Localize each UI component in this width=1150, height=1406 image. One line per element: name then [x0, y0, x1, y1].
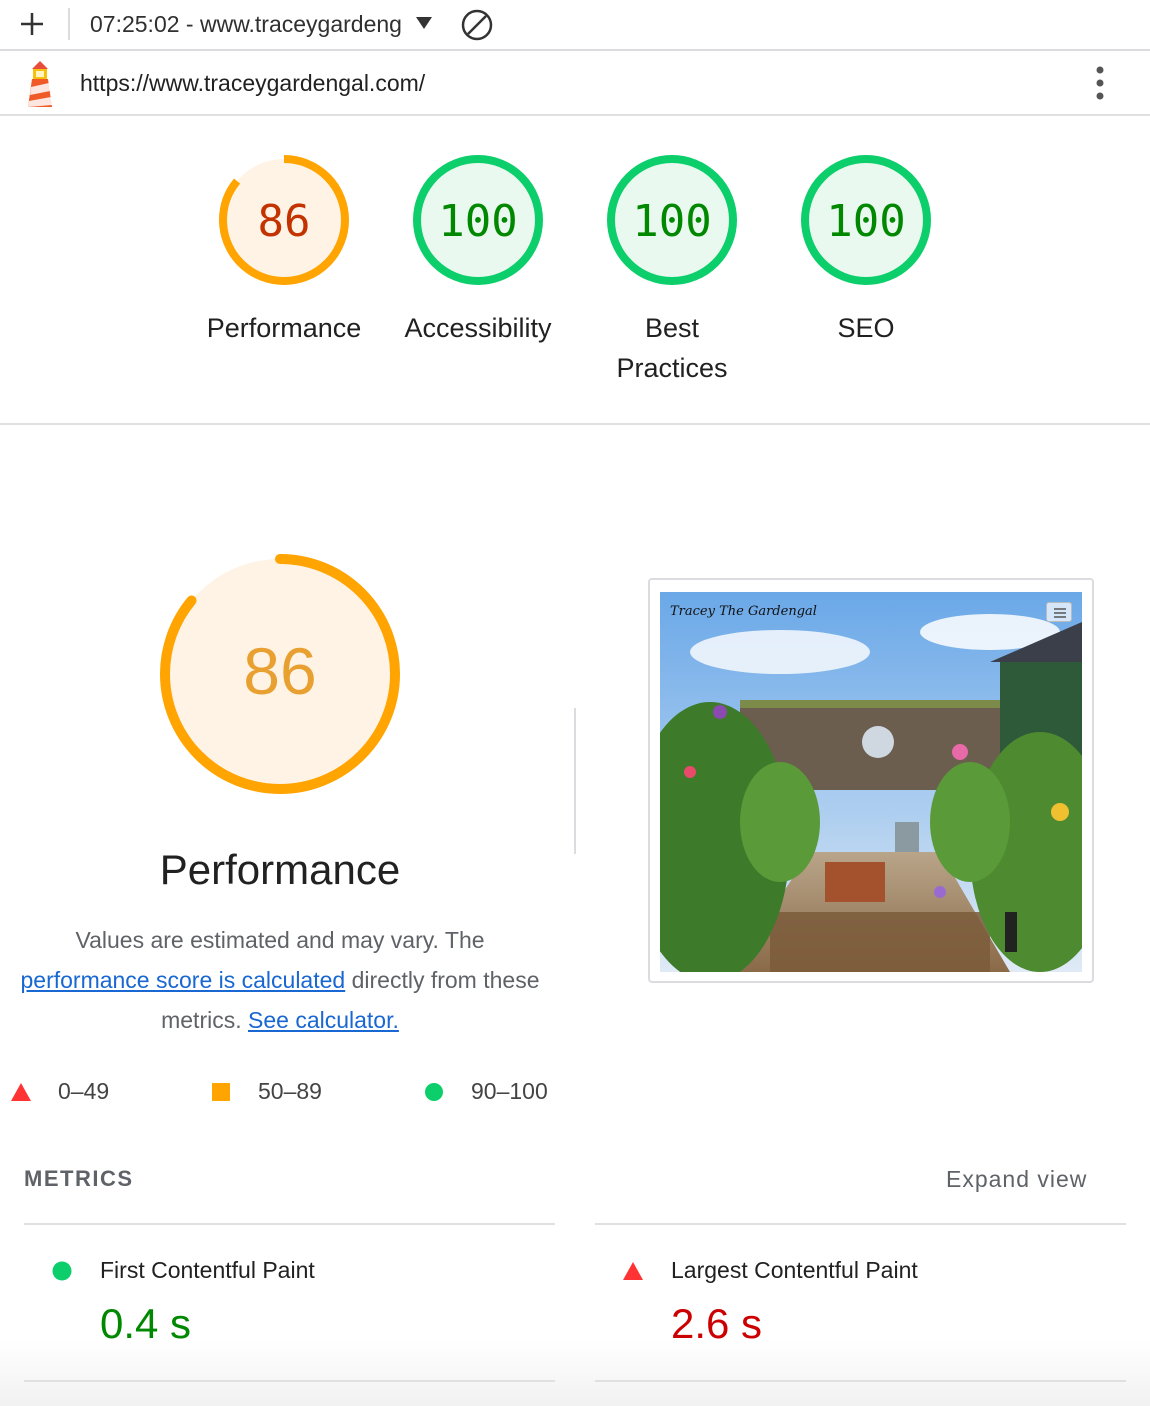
gauge-best-practices[interactable]: 100 Best Practices [582, 154, 762, 388]
metric-lcp-title: Largest Contentful Paint [671, 1257, 918, 1283]
see-calculator-link[interactable]: See calculator. [248, 1007, 399, 1033]
gauge-score: 100 [826, 196, 905, 247]
report-selector[interactable]: 07:25:02 - www.traceygardeng [90, 11, 410, 38]
metric-fcp-title: First Contentful Paint [100, 1257, 315, 1283]
metrics-header: METRICS [24, 1166, 134, 1191]
lighthouse-logo-icon [28, 61, 52, 107]
hamburger-menu-icon [1046, 602, 1072, 622]
gauge-accessibility[interactable]: 100 Accessibility [388, 154, 568, 348]
garden-photo [660, 592, 1082, 972]
metrics-divider [595, 1223, 1126, 1225]
toolbar-divider [68, 8, 70, 40]
performance-title: Performance [159, 846, 401, 893]
caret-down-icon[interactable] [415, 15, 433, 31]
legend-range-average: 50–89 [258, 1078, 322, 1104]
performance-description: Values are estimated and may vary. The p… [20, 920, 540, 1040]
score-gauges: 86 Performance 100 Accessibility 100 Bes… [0, 118, 1150, 425]
legend-range-fail: 0–49 [58, 1078, 110, 1104]
gauge-label: SEO [837, 313, 895, 343]
gauge-ring: 100 [607, 155, 737, 285]
legend-range-pass: 90–100 [471, 1078, 548, 1104]
clear-circle-icon[interactable] [460, 8, 494, 42]
plus-icon[interactable] [18, 10, 46, 38]
gauge-score: 100 [438, 196, 517, 247]
square-average-icon [212, 1083, 230, 1101]
circle-pass-icon [425, 1083, 443, 1101]
gauge-ring: 86 [219, 155, 349, 285]
kebab-menu-icon[interactable] [1086, 65, 1114, 103]
gauge-performance[interactable]: 86 Performance [194, 154, 374, 348]
expand-view-toggle[interactable]: Expand view [946, 1166, 1087, 1193]
metrics-divider [595, 1380, 1126, 1382]
score-calculated-link[interactable]: performance score is calculated [20, 967, 345, 993]
gauge-score: 86 [258, 196, 311, 247]
gauge-seo[interactable]: 100 SEO [776, 154, 956, 348]
gauge-score: 100 [632, 196, 711, 247]
score-legend: 0–49 50–89 90–100 [0, 1074, 560, 1114]
section-divider [574, 708, 576, 854]
screenshot-brand-text: Tracey The Gardengal [670, 604, 817, 619]
performance-gauge-large: 86 [160, 554, 400, 794]
screenshot-image: Tracey The Gardengal [660, 592, 1082, 972]
triangle-fail-icon [11, 1083, 31, 1101]
gauge-label: Accessibility [404, 313, 552, 343]
metrics-divider [24, 1223, 555, 1225]
gauge-label: Performance [206, 313, 362, 343]
gauge-ring: 100 [413, 155, 543, 285]
report-url[interactable]: https://www.traceygardengal.com/ [80, 70, 425, 97]
bottom-fade [0, 1340, 1150, 1406]
gauge-label: Best Practices [616, 313, 728, 383]
url-bar: https://www.traceygardengal.com/ [0, 53, 1150, 116]
desc-text: Values are estimated and may vary. The [75, 927, 485, 953]
circle-pass-icon [52, 1261, 72, 1281]
report-toolbar: 07:25:02 - www.traceygardeng [0, 0, 1150, 51]
gauge-ring: 100 [801, 155, 931, 285]
final-screenshot[interactable]: Tracey The Gardengal [648, 578, 1094, 983]
performance-score-large: 86 [243, 634, 316, 708]
metrics-divider [24, 1380, 555, 1382]
triangle-fail-icon [623, 1262, 643, 1280]
